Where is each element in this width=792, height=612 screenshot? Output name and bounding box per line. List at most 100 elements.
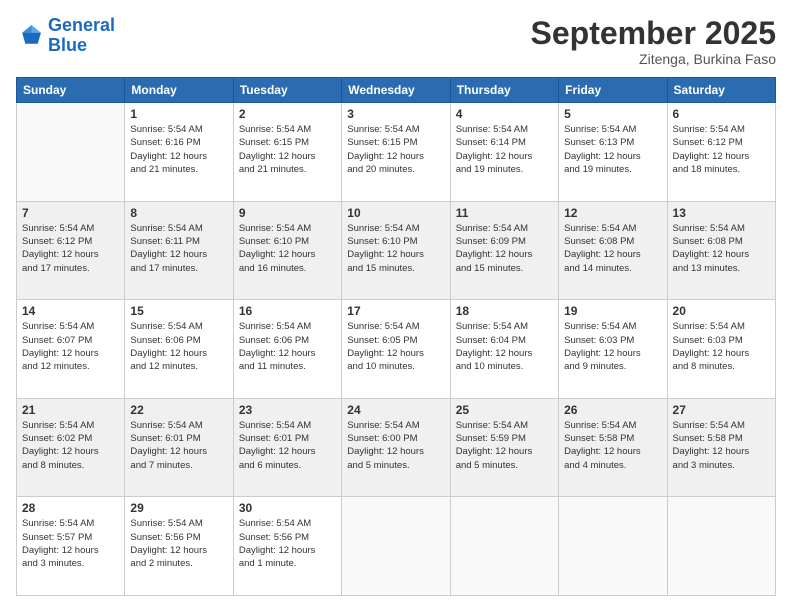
calendar-day-cell: 21 Sunrise: 5:54 AM Sunset: 6:02 PM Dayli… (17, 398, 125, 497)
day-number: 6 (673, 107, 770, 121)
calendar-day-cell: 19 Sunrise: 5:54 AM Sunset: 6:03 PM Dayli… (559, 300, 667, 399)
day-number: 16 (239, 304, 336, 318)
day-number: 26 (564, 403, 661, 417)
day-of-week-header: Sunday (17, 78, 125, 103)
day-info: Sunrise: 5:54 AM Sunset: 5:56 PM Dayligh… (130, 517, 227, 570)
calendar-day-cell: 2 Sunrise: 5:54 AM Sunset: 6:15 PM Daylig… (233, 103, 341, 202)
day-info: Sunrise: 5:54 AM Sunset: 6:01 PM Dayligh… (130, 419, 227, 472)
day-info: Sunrise: 5:54 AM Sunset: 6:10 PM Dayligh… (347, 222, 444, 275)
calendar-day-cell: 10 Sunrise: 5:54 AM Sunset: 6:10 PM Dayli… (342, 201, 450, 300)
calendar-day-cell: 22 Sunrise: 5:54 AM Sunset: 6:01 PM Dayli… (125, 398, 233, 497)
logo: General Blue (16, 16, 115, 56)
month-title: September 2025 (531, 16, 776, 51)
day-info: Sunrise: 5:54 AM Sunset: 6:02 PM Dayligh… (22, 419, 119, 472)
day-of-week-header: Tuesday (233, 78, 341, 103)
day-info: Sunrise: 5:54 AM Sunset: 6:08 PM Dayligh… (673, 222, 770, 275)
day-number: 2 (239, 107, 336, 121)
day-number: 7 (22, 206, 119, 220)
calendar-day-cell: 30Sunrise: 5:54 AM Sunset: 5:56 PM Dayli… (233, 497, 341, 596)
calendar-week-row: 7 Sunrise: 5:54 AM Sunset: 6:12 PM Daylig… (17, 201, 776, 300)
day-of-week-header: Monday (125, 78, 233, 103)
day-number: 23 (239, 403, 336, 417)
day-number: 30 (239, 501, 336, 515)
day-of-week-header: Friday (559, 78, 667, 103)
day-info: Sunrise: 5:54 AM Sunset: 6:09 PM Dayligh… (456, 222, 553, 275)
calendar-day-cell: 16 Sunrise: 5:54 AM Sunset: 6:06 PM Dayli… (233, 300, 341, 399)
header: General Blue September 2025 Zitenga, Bur… (16, 16, 776, 67)
day-number: 10 (347, 206, 444, 220)
day-info: Sunrise: 5:54 AM Sunset: 6:04 PM Dayligh… (456, 320, 553, 373)
day-number: 24 (347, 403, 444, 417)
day-number: 17 (347, 304, 444, 318)
day-number: 8 (130, 206, 227, 220)
title-block: September 2025 Zitenga, Burkina Faso (531, 16, 776, 67)
day-info: Sunrise: 5:54 AM Sunset: 6:03 PM Dayligh… (673, 320, 770, 373)
calendar-header-row: SundayMondayTuesdayWednesdayThursdayFrid… (17, 78, 776, 103)
day-info: Sunrise: 5:54 AM Sunset: 5:59 PM Dayligh… (456, 419, 553, 472)
calendar-day-cell: 29Sunrise: 5:54 AM Sunset: 5:56 PM Dayli… (125, 497, 233, 596)
calendar-day-cell: 14 Sunrise: 5:54 AM Sunset: 6:07 PM Dayli… (17, 300, 125, 399)
calendar-day-cell: 12 Sunrise: 5:54 AM Sunset: 6:08 PM Dayli… (559, 201, 667, 300)
day-number: 28 (22, 501, 119, 515)
calendar-day-cell: 8 Sunrise: 5:54 AM Sunset: 6:11 PM Daylig… (125, 201, 233, 300)
logo-icon (16, 22, 44, 50)
calendar-week-row: 14 Sunrise: 5:54 AM Sunset: 6:07 PM Dayli… (17, 300, 776, 399)
logo-line1: General (48, 15, 115, 35)
calendar-day-cell: 25Sunrise: 5:54 AM Sunset: 5:59 PM Dayli… (450, 398, 558, 497)
day-info: Sunrise: 5:54 AM Sunset: 6:10 PM Dayligh… (239, 222, 336, 275)
calendar-day-cell: 6 Sunrise: 5:54 AM Sunset: 6:12 PM Daylig… (667, 103, 775, 202)
calendar-week-row: 21 Sunrise: 5:54 AM Sunset: 6:02 PM Dayli… (17, 398, 776, 497)
calendar-day-cell: 20 Sunrise: 5:54 AM Sunset: 6:03 PM Dayli… (667, 300, 775, 399)
day-info: Sunrise: 5:54 AM Sunset: 6:16 PM Dayligh… (130, 123, 227, 176)
day-info: Sunrise: 5:54 AM Sunset: 6:06 PM Dayligh… (239, 320, 336, 373)
calendar-day-cell: 15 Sunrise: 5:54 AM Sunset: 6:06 PM Dayli… (125, 300, 233, 399)
day-info: Sunrise: 5:54 AM Sunset: 6:11 PM Dayligh… (130, 222, 227, 275)
calendar-day-cell: 7 Sunrise: 5:54 AM Sunset: 6:12 PM Daylig… (17, 201, 125, 300)
day-info: Sunrise: 5:54 AM Sunset: 6:03 PM Dayligh… (564, 320, 661, 373)
day-number: 3 (347, 107, 444, 121)
day-info: Sunrise: 5:54 AM Sunset: 6:01 PM Dayligh… (239, 419, 336, 472)
calendar-week-row: 28 Sunrise: 5:54 AM Sunset: 5:57 PM Dayli… (17, 497, 776, 596)
day-info: Sunrise: 5:54 AM Sunset: 5:58 PM Dayligh… (673, 419, 770, 472)
calendar-day-cell: 28 Sunrise: 5:54 AM Sunset: 5:57 PM Dayli… (17, 497, 125, 596)
day-info: Sunrise: 5:54 AM Sunset: 6:06 PM Dayligh… (130, 320, 227, 373)
calendar-day-cell: 24 Sunrise: 5:54 AM Sunset: 6:00 PM Dayli… (342, 398, 450, 497)
day-number: 21 (22, 403, 119, 417)
day-info: Sunrise: 5:54 AM Sunset: 6:08 PM Dayligh… (564, 222, 661, 275)
day-number: 9 (239, 206, 336, 220)
day-info: Sunrise: 5:54 AM Sunset: 6:07 PM Dayligh… (22, 320, 119, 373)
day-number: 14 (22, 304, 119, 318)
calendar-day-cell: 26 Sunrise: 5:54 AM Sunset: 5:58 PM Dayli… (559, 398, 667, 497)
day-number: 22 (130, 403, 227, 417)
day-number: 20 (673, 304, 770, 318)
calendar-day-cell (559, 497, 667, 596)
calendar-day-cell: 17Sunrise: 5:54 AM Sunset: 6:05 PM Dayli… (342, 300, 450, 399)
day-number: 12 (564, 206, 661, 220)
calendar-day-cell (667, 497, 775, 596)
day-info: Sunrise: 5:54 AM Sunset: 6:12 PM Dayligh… (22, 222, 119, 275)
calendar-day-cell: 23 Sunrise: 5:54 AM Sunset: 6:01 PM Dayli… (233, 398, 341, 497)
day-number: 15 (130, 304, 227, 318)
day-info: Sunrise: 5:54 AM Sunset: 5:57 PM Dayligh… (22, 517, 119, 570)
day-number: 11 (456, 206, 553, 220)
calendar-day-cell (450, 497, 558, 596)
day-info: Sunrise: 5:54 AM Sunset: 6:13 PM Dayligh… (564, 123, 661, 176)
day-number: 5 (564, 107, 661, 121)
day-number: 4 (456, 107, 553, 121)
day-info: Sunrise: 5:54 AM Sunset: 6:15 PM Dayligh… (239, 123, 336, 176)
logo-text: General Blue (48, 16, 115, 56)
day-info: Sunrise: 5:54 AM Sunset: 5:58 PM Dayligh… (564, 419, 661, 472)
calendar-week-row: 1Sunrise: 5:54 AM Sunset: 6:16 PM Daylig… (17, 103, 776, 202)
day-info: Sunrise: 5:54 AM Sunset: 6:12 PM Dayligh… (673, 123, 770, 176)
calendar-day-cell (342, 497, 450, 596)
day-number: 19 (564, 304, 661, 318)
day-of-week-header: Saturday (667, 78, 775, 103)
day-of-week-header: Wednesday (342, 78, 450, 103)
day-number: 13 (673, 206, 770, 220)
calendar-day-cell: 1Sunrise: 5:54 AM Sunset: 6:16 PM Daylig… (125, 103, 233, 202)
logo-line2: Blue (48, 35, 87, 55)
day-info: Sunrise: 5:54 AM Sunset: 6:00 PM Dayligh… (347, 419, 444, 472)
calendar-day-cell: 4Sunrise: 5:54 AM Sunset: 6:14 PM Daylig… (450, 103, 558, 202)
calendar-day-cell: 11 Sunrise: 5:54 AM Sunset: 6:09 PM Dayli… (450, 201, 558, 300)
day-number: 27 (673, 403, 770, 417)
